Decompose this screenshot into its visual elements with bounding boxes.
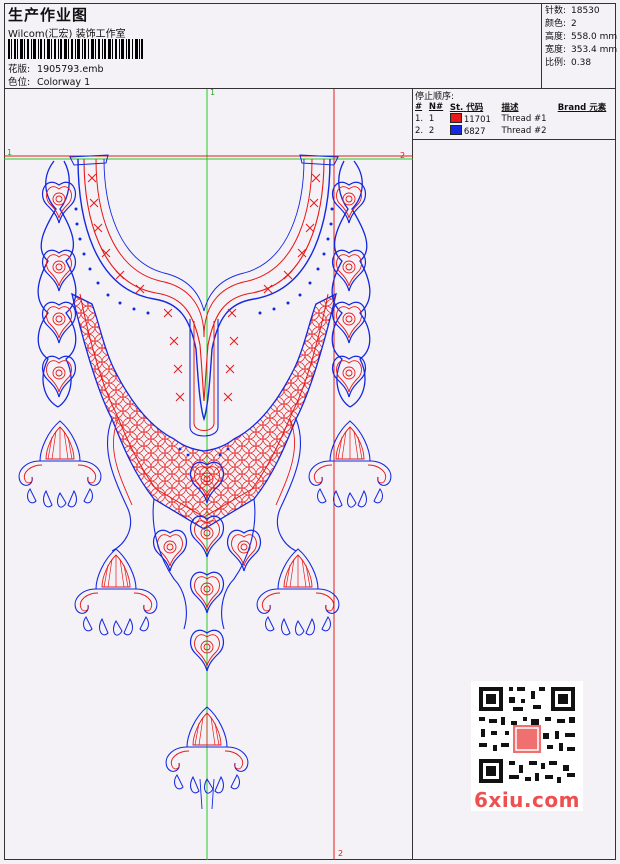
colorway-value: Colorway 1 [37, 77, 91, 88]
watermark-text: 6xiu.com [474, 788, 580, 812]
lower-right-tulip [256, 548, 340, 636]
guide-label-top-right: 2 [400, 151, 405, 160]
stop-sequence-panel: 停止顺序: # N# St. 代码 描述 Brand 元素 1. 1 11701… [413, 89, 616, 860]
design-stats: 针数: 18530 颜色: 2 高度: 558.0 mm 宽度: 353.4 mm 比例… [541, 3, 618, 89]
stat-colors: 颜色: 2 [545, 19, 577, 29]
col-index: # [415, 102, 423, 112]
col-st: St. 代码 [449, 103, 484, 113]
colorway-label: 色位: [8, 77, 31, 88]
guide-label-vertical-top: 1 [210, 89, 215, 97]
colorway-row: 色位: Colorway 1 [8, 74, 90, 88]
company-name: Wilcom(汇宏) 装饰工作室 [8, 29, 126, 40]
design-file-row: 花版: 1905793.emb [8, 61, 104, 75]
design-file-label: 花版: [8, 64, 31, 75]
col-stop: N# [428, 102, 444, 112]
guide-label-vertical-bottom: 2 [338, 849, 343, 858]
embroidery-design: 1 1 2 2 [4, 88, 413, 860]
guide-label-top-left: 1 [7, 148, 12, 157]
lower-left-tulip [74, 548, 158, 636]
stat-scale: 比例: 0.38 [545, 58, 592, 68]
neckline-yoke [69, 154, 339, 530]
panel-divider [413, 139, 616, 140]
design-canvas: 1 1 2 2 [4, 88, 413, 860]
thread-table: # N# St. 代码 描述 Brand 元素 1. 1 11701 Threa… [413, 101, 616, 137]
thread-table-header: # N# St. 代码 描述 Brand 元素 [413, 101, 616, 113]
thread-row: 2. 2 6827 Thread #2 [415, 125, 547, 137]
barcode [8, 39, 143, 59]
thread-row: 1. 1 11701 Thread #1 [415, 113, 547, 125]
stat-height: 高度: 558.0 mm [545, 32, 618, 42]
thread-color-swatch [449, 113, 462, 123]
stat-stitches: 针数: 18530 [545, 6, 600, 16]
col-desc: 描述 [501, 103, 519, 113]
sheet-header: 生产作业图 Wilcom(汇宏) 装饰工作室 花版: 1905793.emb 色… [4, 3, 618, 89]
sheet-title: 生产作业图 [8, 6, 89, 24]
stat-width: 宽度: 353.4 mm [545, 45, 618, 55]
col-brand: Brand 元素 [557, 103, 607, 113]
thread-color-swatch [449, 125, 462, 135]
